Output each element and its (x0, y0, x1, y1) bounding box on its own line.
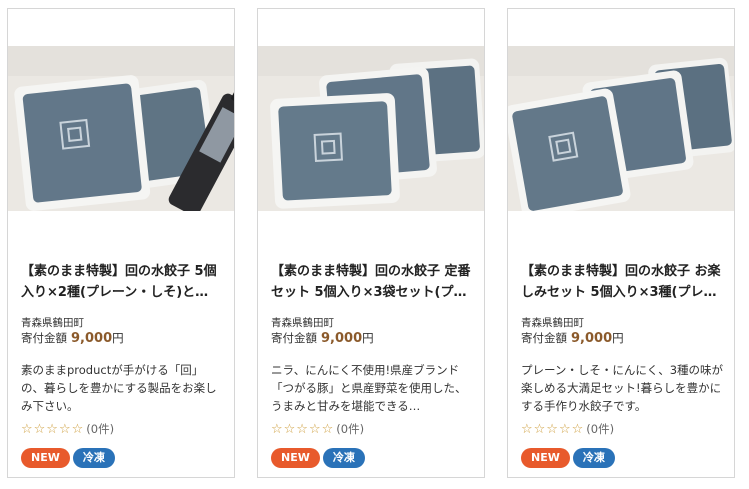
product-description: プレーン・しそ・にんにく、3種の味が楽しめる大満足セット!暮らしを豊かにする手作… (521, 363, 724, 413)
rating: ☆☆☆☆☆ (0件) (521, 421, 614, 437)
product-title[interactable]: 【素のまま特製】回の水餃子 お楽しみセット 5個入り×3種(プレ… (521, 261, 723, 303)
product-title[interactable]: 【素のまま特製】回の水餃子 定番セット 5個入り×3袋セット(プ… (271, 261, 473, 303)
frozen-badge: 冷凍 (72, 448, 115, 468)
product-image[interactable] (508, 46, 734, 211)
star-rating-icons: ☆☆☆☆☆ (21, 422, 85, 437)
product-region: 青森県鶴田町 (521, 317, 584, 329)
price-label: 寄付金額 (521, 331, 567, 345)
rating: ☆☆☆☆☆ (0件) (271, 421, 364, 437)
product-region: 青森県鶴田町 (21, 317, 84, 329)
star-rating-icons: ☆☆☆☆☆ (271, 422, 335, 437)
badges: NEW 冷凍 (521, 446, 618, 468)
product-image[interactable] (8, 46, 234, 211)
new-badge: NEW (21, 448, 70, 468)
price-label: 寄付金額 (271, 331, 317, 345)
badges: NEW 冷凍 (21, 446, 118, 468)
price-unit: 円 (112, 331, 124, 345)
price-row: 寄付金額 9,000円 (271, 330, 374, 346)
frozen-badge: 冷凍 (572, 448, 615, 468)
price-value: 9,000 (71, 331, 113, 346)
product-image[interactable] (258, 46, 484, 211)
rating: ☆☆☆☆☆ (0件) (21, 421, 114, 437)
review-count: (0件) (336, 422, 365, 436)
product-title[interactable]: 【素のまま特製】回の水餃子 5個入り×2種(プレーン・しそ)と… (21, 261, 223, 303)
review-count: (0件) (86, 422, 115, 436)
price-row: 寄付金額 9,000円 (521, 330, 624, 346)
badges: NEW 冷凍 (271, 446, 368, 468)
product-card[interactable]: 【素のまま特製】回の水餃子 5個入り×2種(プレーン・しそ)と… 青森県鶴田町 … (7, 8, 235, 478)
price-unit: 円 (362, 331, 374, 345)
product-card[interactable]: 【素のまま特製】回の水餃子 定番セット 5個入り×3袋セット(プ… 青森県鶴田町… (257, 8, 485, 478)
price-value: 9,000 (571, 331, 613, 346)
product-region: 青森県鶴田町 (271, 317, 334, 329)
price-row: 寄付金額 9,000円 (21, 330, 124, 346)
new-badge: NEW (521, 448, 570, 468)
price-unit: 円 (612, 331, 624, 345)
price-label: 寄付金額 (21, 331, 67, 345)
review-count: (0件) (586, 422, 615, 436)
new-badge: NEW (271, 448, 320, 468)
frozen-badge: 冷凍 (322, 448, 365, 468)
product-description: 素のままproductが手がける「回」の、暮らしを豊かにする製品をお楽しみ下さい… (21, 363, 217, 413)
product-card[interactable]: 【素のまま特製】回の水餃子 お楽しみセット 5個入り×3種(プレ… 青森県鶴田町… (507, 8, 735, 478)
product-description: ニラ、にんにく不使用!県産ブランド「つがる豚」と県産野菜を使用した、うまみと甘み… (271, 363, 467, 413)
star-rating-icons: ☆☆☆☆☆ (521, 422, 585, 437)
price-value: 9,000 (321, 331, 363, 346)
